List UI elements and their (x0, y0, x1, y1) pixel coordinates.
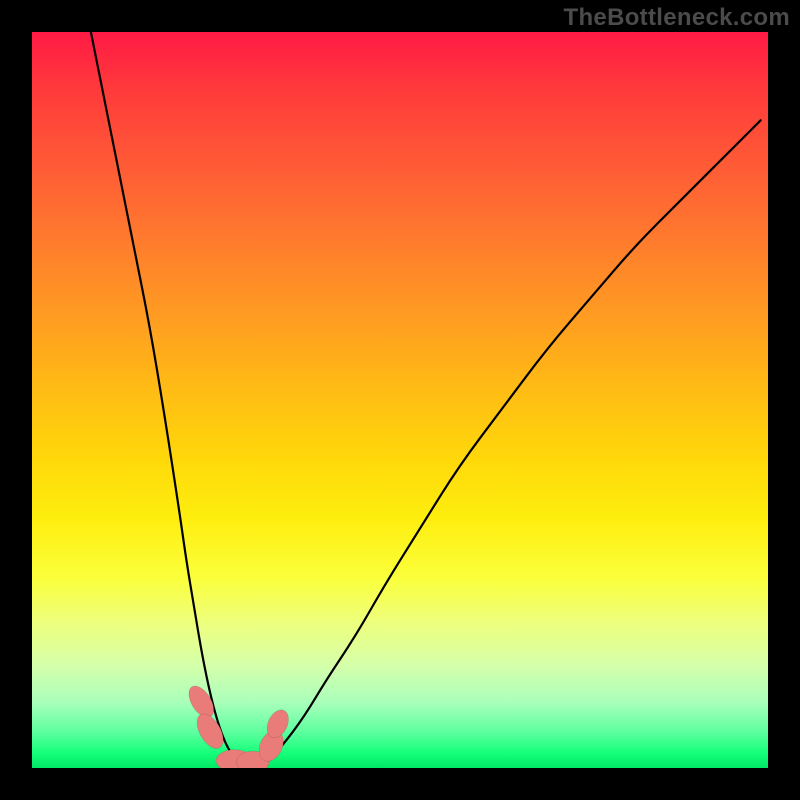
curve-group (91, 32, 761, 763)
bottleneck-curve (91, 32, 761, 763)
marker-group (184, 682, 293, 768)
chart-frame: TheBottleneck.com (0, 0, 800, 800)
chart-svg (32, 32, 768, 768)
watermark-text: TheBottleneck.com (564, 4, 790, 32)
data-marker-1 (192, 709, 229, 752)
plot-area (32, 32, 768, 768)
